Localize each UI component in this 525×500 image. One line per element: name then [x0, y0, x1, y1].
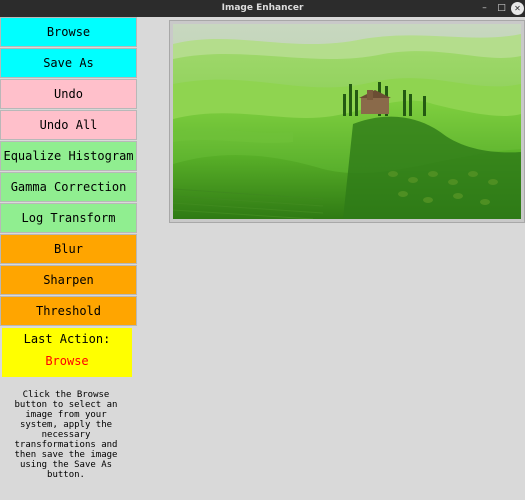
last-action-value: Browse: [45, 354, 89, 368]
blur-button[interactable]: Blur: [0, 234, 137, 264]
threshold-button[interactable]: Threshold: [0, 296, 137, 326]
browse-button[interactable]: Browse: [0, 17, 137, 47]
close-icon[interactable]: ✕: [511, 2, 524, 15]
save-as-button[interactable]: Save As: [0, 48, 137, 78]
help-text: Click the Browse button to select an ima…: [14, 390, 118, 480]
undo-all-button[interactable]: Undo All: [0, 110, 137, 140]
gamma-correction-button[interactable]: Gamma Correction: [0, 172, 137, 202]
last-action-label: Last Action:: [23, 332, 111, 346]
log-transform-button[interactable]: Log Transform: [0, 203, 137, 233]
landscape-photo: [173, 24, 521, 219]
minimize-icon[interactable]: –: [478, 2, 491, 15]
maximize-icon[interactable]: □: [495, 2, 508, 15]
window-title: Image Enhancer: [221, 3, 304, 13]
undo-button[interactable]: Undo: [0, 79, 137, 109]
sharpen-button[interactable]: Sharpen: [0, 265, 137, 295]
title-bar: Image Enhancer – □ ✕: [0, 0, 525, 17]
equalize-histogram-button[interactable]: Equalize Histogram: [0, 141, 137, 171]
last-action-panel: Last Action: Browse: [2, 328, 132, 377]
image-canvas: [169, 20, 525, 223]
